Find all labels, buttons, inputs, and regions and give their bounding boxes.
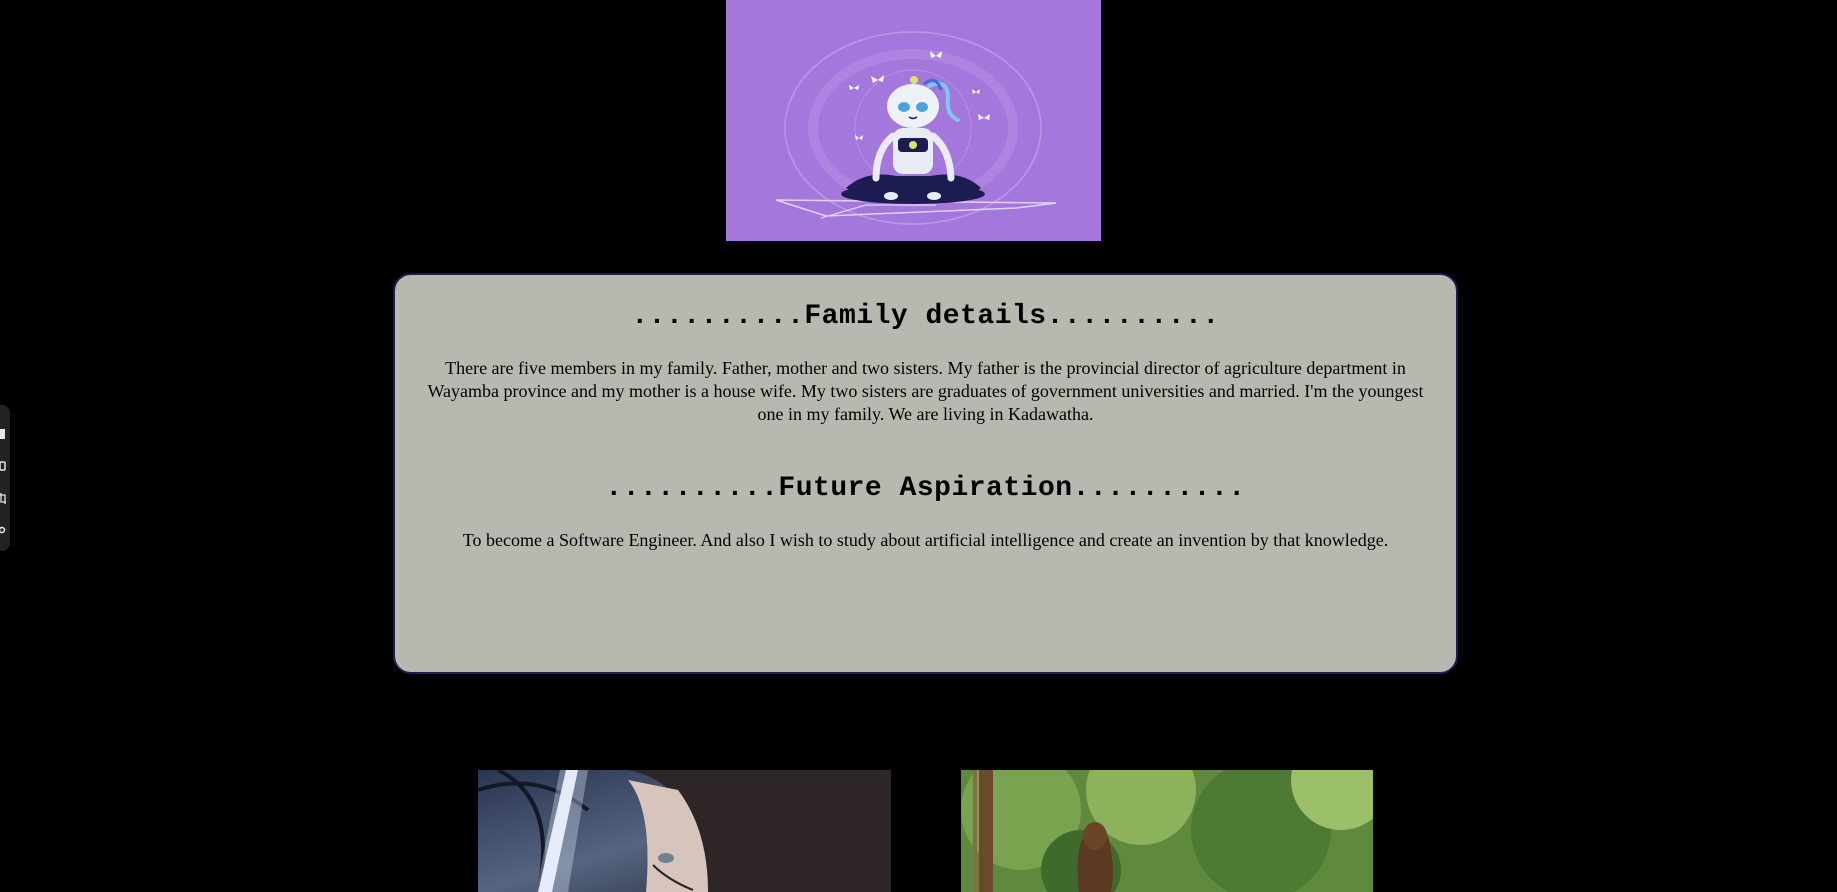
cyborg-woman-photo-icon [478,770,891,892]
crop-icon[interactable] [0,491,6,505]
document-icon[interactable] [0,427,6,441]
meditating-robot-icon [726,0,1101,241]
future-aspiration-heading: ..........Future Aspiration.......... [605,473,1246,504]
family-details-text: There are five members in my family. Fat… [427,358,1424,424]
woman-in-garden-photo-icon [961,770,1373,892]
hero-robot-image [726,0,1101,241]
future-aspiration-text: To become a Software Engineer. And also … [462,530,1389,550]
settings-icon[interactable] [0,523,6,537]
side-toolbar [0,405,10,551]
cyborg-woman-photo [478,770,891,892]
woman-in-garden-photo [961,770,1373,892]
family-details-heading: ..........Family details.......... [631,301,1220,332]
info-card: ..........Family details.......... There… [393,273,1458,674]
screen-icon[interactable] [0,459,6,473]
